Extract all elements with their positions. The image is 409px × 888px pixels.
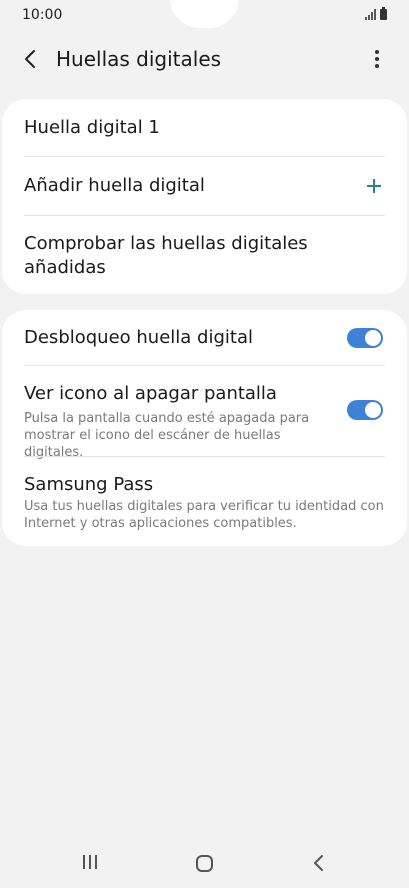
add-fingerprint-label: Añadir huella digital [24, 175, 205, 196]
chevron-left-icon [25, 50, 35, 68]
plus-icon[interactable] [365, 174, 383, 198]
back-button[interactable] [16, 44, 46, 74]
divider [24, 156, 385, 157]
fingerprints-card: Huella digital 1 Añadir huella digital C… [2, 99, 407, 294]
status-time: 10:00 [22, 7, 63, 23]
show-icon-setting-item[interactable]: Ver icono al apagar pantalla Pulsa la pa… [24, 382, 385, 460]
samsung-pass-item[interactable]: Samsung Pass Usa tus huellas digitales p… [24, 473, 385, 532]
check-fingerprints-item[interactable]: Comprobar las huellas digitales añadidas [24, 232, 385, 280]
more-options-button[interactable] [365, 44, 389, 74]
samsung-pass-label: Samsung Pass [24, 474, 154, 495]
divider [24, 365, 385, 366]
navigation-bar [0, 840, 409, 888]
unlock-setting-item[interactable]: Desbloqueo huella digital [24, 326, 385, 350]
unlock-setting-label: Desbloqueo huella digital [24, 327, 253, 348]
show-icon-toggle[interactable] [347, 400, 383, 420]
status-icons [365, 7, 387, 20]
check-fingerprints-label: Comprobar las huellas digitales añadidas [24, 233, 308, 278]
divider [24, 215, 385, 216]
camera-notch [170, 0, 239, 28]
fingerprint-1-label: Huella digital 1 [24, 117, 160, 138]
fingerprint-1-item[interactable]: Huella digital 1 [24, 116, 385, 140]
nav-back-icon[interactable] [311, 853, 327, 873]
settings-card: Desbloqueo huella digital Ver icono al a… [2, 310, 407, 546]
show-icon-setting-label: Ver icono al apagar pantalla [24, 383, 277, 404]
battery-icon [380, 7, 387, 20]
home-icon[interactable] [196, 855, 213, 872]
signal-icon [365, 9, 376, 20]
show-icon-setting-description: Pulsa la pantalla cuando esté apagada pa… [24, 411, 310, 460]
status-bar: 10:00 [0, 0, 409, 30]
add-fingerprint-item[interactable]: Añadir huella digital [24, 174, 385, 198]
unlock-toggle[interactable] [347, 328, 383, 348]
app-bar: Huellas digitales [0, 36, 409, 82]
divider [24, 456, 385, 457]
page-title: Huellas digitales [56, 47, 222, 71]
recents-icon[interactable] [80, 855, 100, 873]
more-vertical-icon [375, 50, 379, 54]
samsung-pass-description: Usa tus huellas digitales para verificar… [24, 499, 384, 531]
